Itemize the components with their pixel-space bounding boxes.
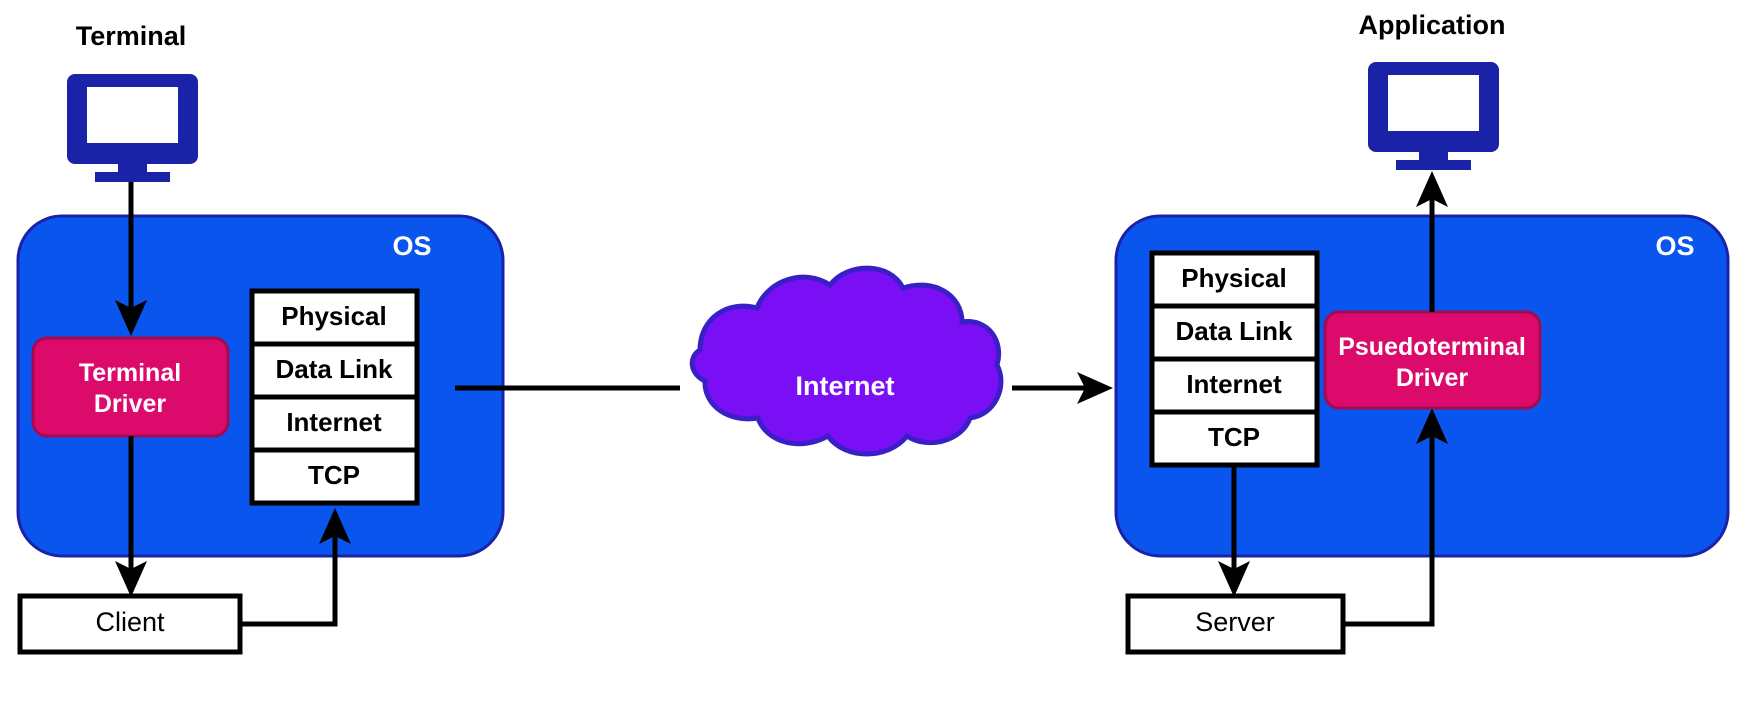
server-box: Server bbox=[1125, 593, 1346, 655]
pseudoterminal-driver-label-line1: Psuedoterminal bbox=[1338, 333, 1526, 361]
network-diagram-svg: OS OS Terminal Terminal Driver Physical bbox=[16, 10, 1730, 655]
diagram-canvas: OS OS Terminal Terminal Driver Physical bbox=[0, 0, 1742, 724]
right-protocol-stack: Physical Data Link Internet TCP bbox=[1149, 250, 1320, 468]
client-label: Client bbox=[95, 607, 165, 637]
internet-cloud-label: Internet bbox=[795, 371, 894, 401]
left-protocol-stack: Physical Data Link Internet TCP bbox=[249, 288, 420, 506]
right-stack-label-2: Internet bbox=[1186, 369, 1282, 399]
pseudoterminal-driver-label-line2: Driver bbox=[1396, 364, 1469, 392]
terminal-driver-shape bbox=[31, 336, 230, 438]
internet-cloud: Internet bbox=[689, 265, 1004, 457]
left-stack-label-2: Internet bbox=[286, 407, 382, 437]
terminal-driver-label-line2: Driver bbox=[94, 390, 167, 418]
pseudoterminal-driver-box: Psuedoterminal Driver bbox=[1323, 310, 1542, 410]
left-stack-label-1: Data Link bbox=[275, 354, 393, 384]
left-stack-label-0: Physical bbox=[281, 301, 387, 331]
client-box: Client bbox=[17, 593, 243, 655]
left-os-label: OS bbox=[392, 231, 431, 261]
right-stack-label-1: Data Link bbox=[1175, 316, 1293, 346]
terminal-driver-box: Terminal Driver bbox=[31, 336, 230, 438]
internet-cloud-shape bbox=[689, 265, 1004, 457]
server-label: Server bbox=[1195, 607, 1275, 637]
application-monitor-icon bbox=[1368, 62, 1499, 170]
right-stack-label-0: Physical bbox=[1181, 263, 1287, 293]
application-caption: Application bbox=[1359, 10, 1506, 40]
right-os-label: OS bbox=[1655, 231, 1694, 261]
terminal-monitor-icon bbox=[67, 74, 198, 182]
terminal-driver-label-line1: Terminal bbox=[79, 359, 181, 387]
terminal-caption: Terminal bbox=[76, 21, 187, 51]
right-stack-label-3: TCP bbox=[1208, 422, 1260, 452]
left-stack-label-3: TCP bbox=[308, 460, 360, 490]
